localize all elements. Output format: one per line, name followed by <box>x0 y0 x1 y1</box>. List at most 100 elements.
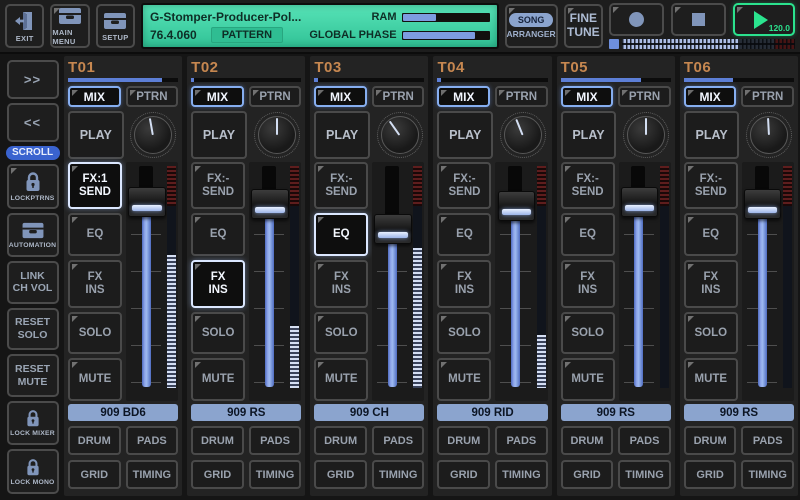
track-sample-name[interactable]: 909 RID <box>437 404 547 421</box>
scroll-left-button[interactable]: << <box>7 103 59 142</box>
timing-button[interactable]: TIMING <box>372 460 425 489</box>
pads-button[interactable]: PADS <box>495 426 548 455</box>
scroll-mode-badge[interactable]: SCROLL <box>6 146 60 160</box>
solo-button[interactable]: SOLO <box>191 312 245 355</box>
timing-button[interactable]: TIMING <box>249 460 302 489</box>
mute-button[interactable]: MUTE <box>68 358 122 401</box>
ptrn-tab[interactable]: PTRN <box>372 86 425 107</box>
drum-button[interactable]: DRUM <box>68 426 121 455</box>
track-play-button[interactable]: PLAY <box>684 111 740 159</box>
ptrn-tab[interactable]: PTRN <box>249 86 302 107</box>
pan-knob[interactable] <box>375 111 425 159</box>
volume-fader[interactable] <box>372 162 424 401</box>
solo-button[interactable]: SOLO <box>68 312 122 355</box>
fader-handle[interactable] <box>621 187 659 217</box>
mix-tab[interactable]: MIX <box>561 86 614 107</box>
track-play-button[interactable]: PLAY <box>437 111 493 159</box>
fx-send-button[interactable]: FX:- SEND <box>191 162 245 209</box>
drum-button[interactable]: DRUM <box>437 426 490 455</box>
drum-button[interactable]: DRUM <box>314 426 367 455</box>
timing-button[interactable]: TIMING <box>618 460 671 489</box>
lock-patterns-button[interactable]: LOCKPTRNS <box>7 164 59 209</box>
exit-button[interactable]: EXIT <box>5 4 44 48</box>
pan-knob[interactable] <box>129 111 179 159</box>
pads-button[interactable]: PADS <box>126 426 179 455</box>
track-play-button[interactable]: PLAY <box>191 111 247 159</box>
drum-button[interactable]: DRUM <box>191 426 244 455</box>
mute-button[interactable]: MUTE <box>191 358 245 401</box>
track-play-button[interactable]: PLAY <box>561 111 617 159</box>
volume-fader[interactable] <box>619 162 671 401</box>
pattern-mode-button[interactable]: PATTERN <box>211 27 283 43</box>
pads-button[interactable]: PADS <box>741 426 794 455</box>
eq-button[interactable]: EQ <box>684 213 738 256</box>
track-sample-name[interactable]: 909 CH <box>314 404 424 421</box>
fx-send-button[interactable]: FX:- SEND <box>684 162 738 209</box>
track-sample-name[interactable]: 909 RS <box>684 404 794 421</box>
grid-button[interactable]: GRID <box>561 460 614 489</box>
mute-button[interactable]: MUTE <box>314 358 368 401</box>
drum-button[interactable]: DRUM <box>561 426 614 455</box>
play-button-main[interactable]: 120.0 <box>733 3 795 36</box>
solo-button[interactable]: SOLO <box>561 312 615 355</box>
ptrn-tab[interactable]: PTRN <box>495 86 548 107</box>
eq-button[interactable]: EQ <box>314 213 368 256</box>
mute-button[interactable]: MUTE <box>684 358 738 401</box>
solo-button[interactable]: SOLO <box>437 312 491 355</box>
eq-button[interactable]: EQ <box>68 213 122 256</box>
grid-button[interactable]: GRID <box>437 460 490 489</box>
setup-button[interactable]: SETUP <box>96 4 135 48</box>
track-sample-name[interactable]: 909 RS <box>561 404 671 421</box>
volume-fader[interactable] <box>126 162 178 401</box>
ptrn-tab[interactable]: PTRN <box>741 86 794 107</box>
timing-button[interactable]: TIMING <box>741 460 794 489</box>
mix-tab[interactable]: MIX <box>684 86 737 107</box>
solo-button[interactable]: SOLO <box>684 312 738 355</box>
ptrn-tab[interactable]: PTRN <box>618 86 671 107</box>
mix-tab[interactable]: MIX <box>314 86 367 107</box>
track-sample-name[interactable]: 909 BD6 <box>68 404 178 421</box>
grid-button[interactable]: GRID <box>684 460 737 489</box>
mix-tab[interactable]: MIX <box>437 86 490 107</box>
volume-fader[interactable] <box>249 162 301 401</box>
fader-handle[interactable] <box>498 191 536 221</box>
fx-ins-button[interactable]: FX INS <box>684 260 738 307</box>
fine-tune-button[interactable]: FINE TUNE <box>564 4 603 48</box>
scroll-right-button[interactable]: >> <box>7 60 59 99</box>
pan-knob[interactable] <box>498 111 548 159</box>
fx-send-button[interactable]: FX:- SEND <box>437 162 491 209</box>
fx-ins-button[interactable]: FX INS <box>191 260 245 307</box>
automation-button[interactable]: AUTOMATION <box>7 213 59 258</box>
drum-button[interactable]: DRUM <box>684 426 737 455</box>
pan-knob[interactable] <box>621 111 671 159</box>
ptrn-tab[interactable]: PTRN <box>126 86 179 107</box>
volume-fader[interactable] <box>495 162 547 401</box>
fx-send-button[interactable]: FX:- SEND <box>561 162 615 209</box>
fx-ins-button[interactable]: FX INS <box>437 260 491 307</box>
fx-send-button[interactable]: FX:- SEND <box>314 162 368 209</box>
grid-button[interactable]: GRID <box>68 460 121 489</box>
timing-button[interactable]: TIMING <box>126 460 179 489</box>
lock-mono-button[interactable]: LOCK MONO <box>7 449 59 494</box>
fx-ins-button[interactable]: FX INS <box>314 260 368 307</box>
track-sample-name[interactable]: 909 RS <box>191 404 301 421</box>
fader-handle[interactable] <box>374 214 412 244</box>
stop-button[interactable] <box>671 3 726 36</box>
mute-button[interactable]: MUTE <box>561 358 615 401</box>
mute-button[interactable]: MUTE <box>437 358 491 401</box>
timing-button[interactable]: TIMING <box>495 460 548 489</box>
fader-handle[interactable] <box>128 187 166 217</box>
pattern-position-strip[interactable] <box>622 39 795 49</box>
fx-send-button[interactable]: FX:1 SEND <box>68 162 122 209</box>
eq-button[interactable]: EQ <box>437 213 491 256</box>
song-arranger-button[interactable]: SONG ARRANGER <box>505 4 558 48</box>
track-play-button[interactable]: PLAY <box>68 111 124 159</box>
volume-fader[interactable] <box>742 162 794 401</box>
mix-tab[interactable]: MIX <box>191 86 244 107</box>
pan-knob[interactable] <box>744 111 794 159</box>
fader-handle[interactable] <box>251 189 289 219</box>
fx-ins-button[interactable]: FX INS <box>561 260 615 307</box>
grid-button[interactable]: GRID <box>191 460 244 489</box>
reset-solo-button[interactable]: RESET SOLO <box>7 308 59 351</box>
pads-button[interactable]: PADS <box>618 426 671 455</box>
